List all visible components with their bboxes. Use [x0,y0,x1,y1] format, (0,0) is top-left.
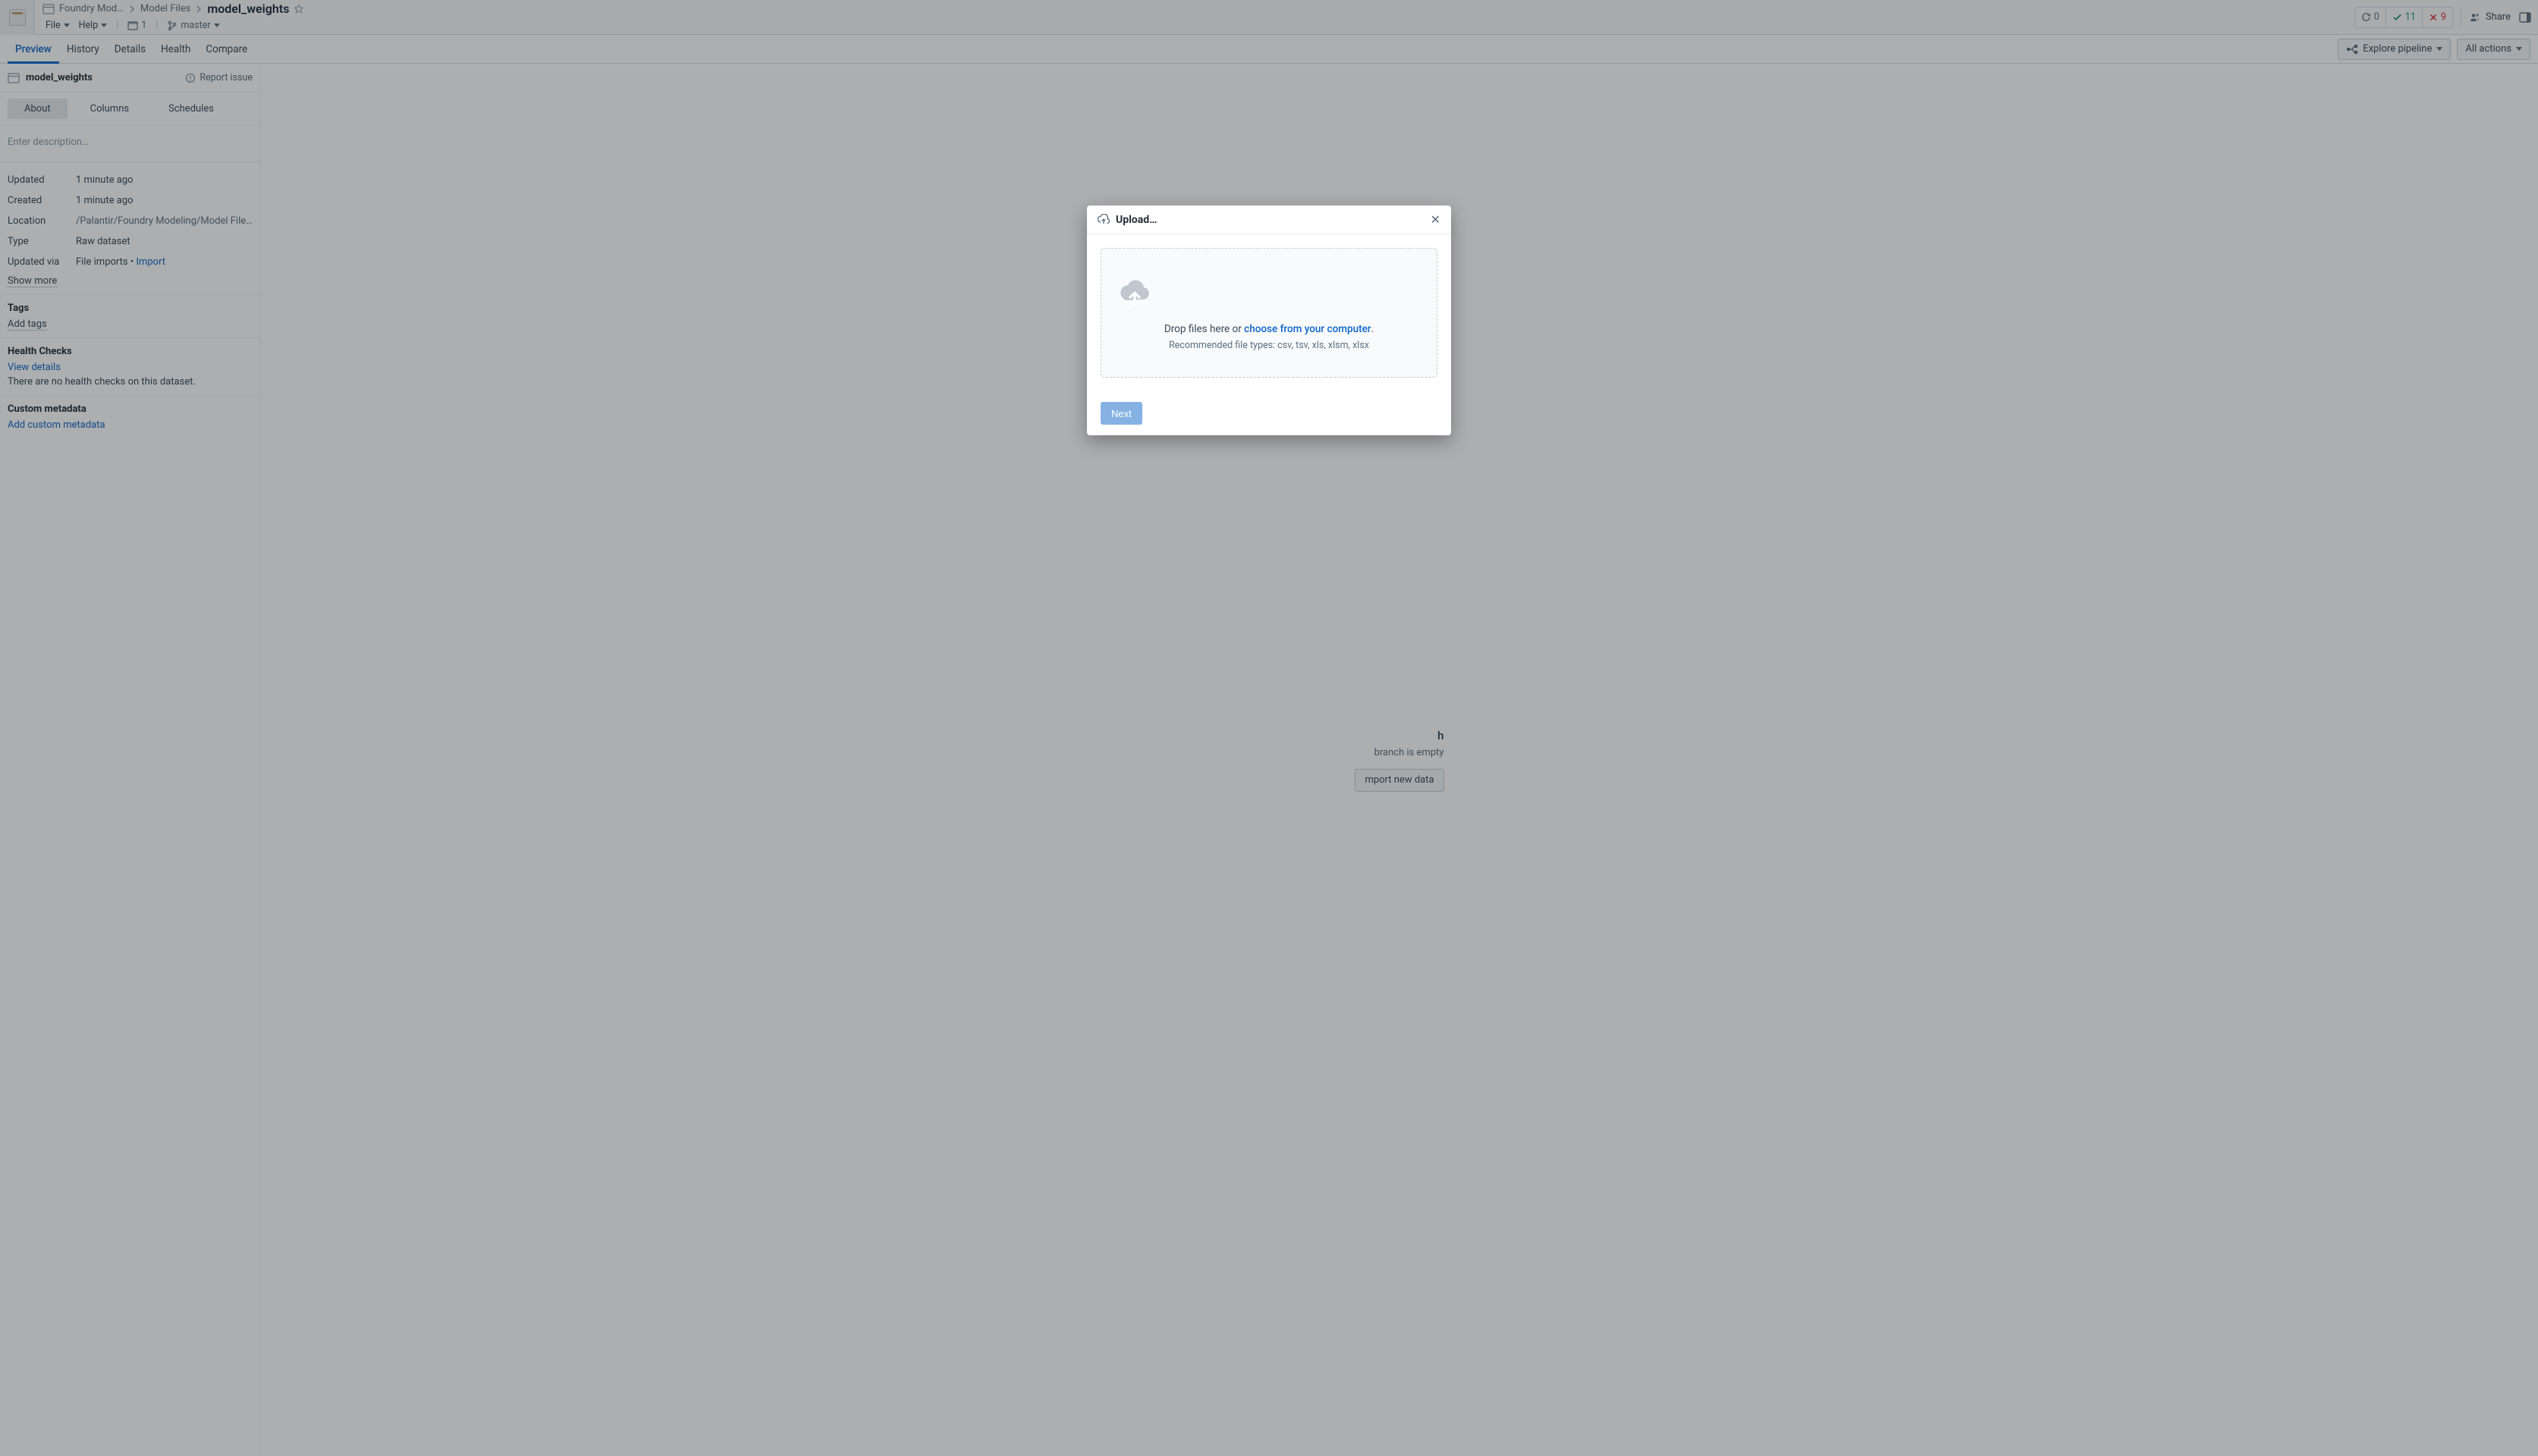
upload-modal: Upload… ✕ Drop files here or choose from… [1087,206,1451,435]
modal-close-button[interactable]: ✕ [1431,214,1440,226]
modal-title-text: Upload… [1116,214,1157,226]
next-button[interactable]: Next [1101,402,1142,425]
drop-prefix: Drop files here or [1164,323,1244,335]
modal-header: Upload… ✕ [1087,206,1451,234]
file-dropzone[interactable]: Drop files here or choose from your comp… [1101,248,1437,378]
upload-icon [1098,214,1110,226]
choose-from-computer-link[interactable]: choose from your computer [1244,323,1371,335]
cloud-upload-icon [1117,275,1421,311]
dropzone-line1: Drop files here or choose from your comp… [1117,323,1421,335]
modal-footer: Next [1087,391,1451,435]
modal-body: Drop files here or choose from your comp… [1087,234,1451,391]
dropzone-line2: Recommended file types: csv, tsv, xls, x… [1117,340,1421,351]
drop-suffix: . [1371,323,1374,335]
modal-title: Upload… [1098,214,1157,226]
